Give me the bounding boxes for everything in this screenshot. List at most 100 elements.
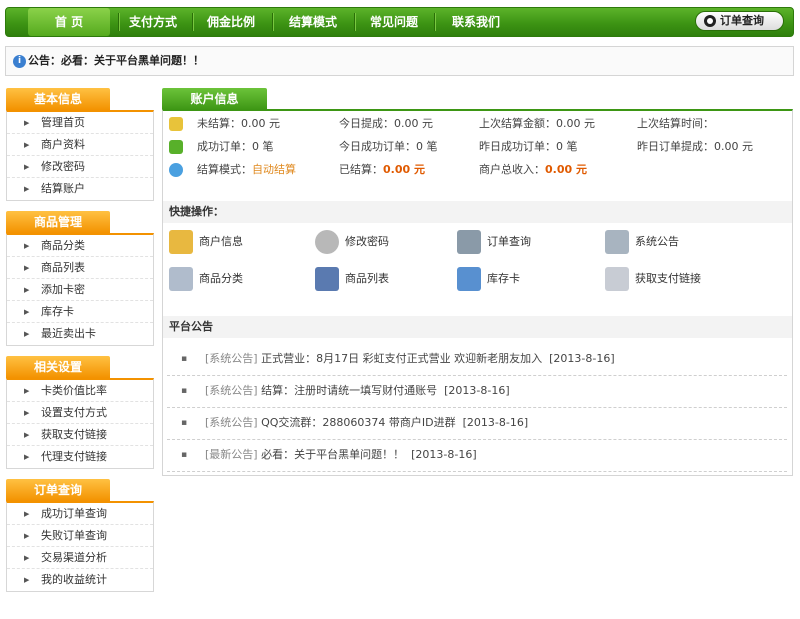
arrow-right-icon: ▶ [24, 431, 30, 439]
notice-bar: i 公告：必看：关于平台黑单问题！！ [5, 46, 794, 76]
bullet-icon: ▪ [181, 418, 188, 428]
today-withdraw-value: 今日提成：0.00 元 [339, 117, 433, 130]
nav-commission[interactable]: 佣金比例 [200, 8, 262, 36]
announcement-item[interactable]: ▪ [系统公告] 正式营业：8月17日 彩虹支付正式营业 欢迎新老朋友加入 [20… [167, 344, 787, 376]
document-icon [169, 267, 193, 291]
sidebar-item-inventory[interactable]: ▶ 库存卡 [7, 301, 153, 323]
tools-icon [605, 267, 629, 291]
sidebar-item-failed-orders[interactable]: ▶ 失败订单查询 [7, 525, 153, 547]
sidebar: 基本信息 ▶ 管理首页 ▶ 商户资料 ▶ 修改密码 ▶ 结算账户 商品管理 ▶ 商品分类 … [6, 88, 154, 602]
quick-order-query[interactable]: 订单查询 [457, 227, 531, 257]
arrow-right-icon: ▶ [24, 185, 30, 193]
arrow-right-icon: ▶ [24, 554, 30, 562]
arrow-right-icon: ▶ [24, 163, 30, 171]
quick-actions-title: 快捷操作： [163, 201, 792, 223]
bullet-icon: ▪ [181, 354, 188, 364]
quick-categories[interactable]: 商品分类 [169, 264, 243, 294]
sidebar-item-agent-pay-link[interactable]: ▶ 代理支付链接 [7, 446, 153, 468]
quick-merchant-info[interactable]: 商户信息 [169, 227, 243, 257]
sidebar-item-change-password[interactable]: ▶ 修改密码 [7, 156, 153, 178]
arrow-right-icon: ▶ [24, 141, 30, 149]
nav-separator [192, 13, 193, 31]
announcement-item[interactable]: ▪ [最新公告] 必看：关于平台黑单问题！！ [2013-8-16] [167, 440, 787, 472]
gear-icon [315, 230, 339, 254]
sidebar-item-product-list[interactable]: ▶ 商品列表 [7, 257, 153, 279]
sidebar-item-success-orders[interactable]: ▶ 成功订单查询 [7, 503, 153, 525]
sidebar-item-channel-analysis[interactable]: ▶ 交易渠道分析 [7, 547, 153, 569]
account-box: 未结算：0.00 元 今日提成：0.00 元 上次结算金额：0.00 元 上次结… [162, 109, 793, 476]
announcement-item[interactable]: ▪ [系统公告] 结算：注册时请统一填写财付通账号 [2013-8-16] [167, 376, 787, 408]
sidebar-group-title[interactable]: 基本信息 [6, 88, 110, 110]
sidebar-item-settlement-account[interactable]: ▶ 结算账户 [7, 178, 153, 200]
main-panel: 账户信息 未结算：0.00 元 今日提成：0.00 元 上次结算金额：0.00 … [162, 88, 793, 476]
sidebar-item-get-pay-link[interactable]: ▶ 获取支付链接 [7, 424, 153, 446]
bullet-icon: ▪ [181, 450, 188, 460]
sidebar-item-earnings[interactable]: ▶ 我的收益统计 [7, 569, 153, 591]
yesterday-withdraw-value: 昨日订单提成：0.00 元 [637, 140, 753, 153]
sidebar-item-set-payment[interactable]: ▶ 设置支付方式 [7, 402, 153, 424]
arrow-right-icon: ▶ [24, 409, 30, 417]
last-settle-time: 上次结算时间： [637, 117, 714, 130]
account-row: 结算模式：自动结算 已结算：0.00 元 商户总收入：0.00 元 [163, 159, 792, 181]
arrow-right-icon: ▶ [24, 264, 30, 272]
arrow-right-icon: ▶ [24, 308, 30, 316]
database-icon [457, 230, 481, 254]
arrow-right-icon: ▶ [24, 576, 30, 584]
bullet-icon: ▪ [181, 386, 188, 396]
sidebar-item-profile[interactable]: ▶ 商户资料 [7, 134, 153, 156]
sidebar-item-card-rates[interactable]: ▶ 卡类价值比率 [7, 380, 153, 402]
total-income: 商户总收入：0.00 元 [479, 163, 587, 176]
user-icon [169, 163, 183, 177]
notebook-icon [315, 267, 339, 291]
success-orders-value: 成功订单：0 笔 [197, 140, 274, 153]
nav-separator [354, 13, 355, 31]
top-nav: 首 页 支付方式 佣金比例 结算模式 常见问题 联系我们 订单查询 [5, 7, 794, 37]
search-users-icon [169, 140, 183, 154]
star-window-icon [457, 267, 481, 291]
order-query-button[interactable]: 订单查询 [695, 11, 784, 31]
arrow-right-icon: ▶ [24, 242, 30, 250]
unsettled-value: 未结算：0.00 元 [197, 117, 280, 130]
merchant-card-icon [169, 230, 193, 254]
nav-settlement[interactable]: 结算模式 [282, 8, 344, 36]
nav-payment-methods[interactable]: 支付方式 [122, 8, 184, 36]
sidebar-group-title[interactable]: 订单查询 [6, 479, 110, 501]
arrow-right-icon: ▶ [24, 387, 30, 395]
sidebar-group-settings: 相关设置 ▶ 卡类价值比率 ▶ 设置支付方式 ▶ 获取支付链接 ▶ 代理支付链接 [6, 356, 154, 469]
nav-faq[interactable]: 常见问题 [362, 8, 426, 36]
sidebar-group-orders: 订单查询 ▶ 成功订单查询 ▶ 失败订单查询 ▶ 交易渠道分析 ▶ 我的收益统计 [6, 479, 154, 592]
sidebar-group-title[interactable]: 相关设置 [6, 356, 110, 378]
nav-separator [272, 13, 273, 31]
arrow-right-icon: ▶ [24, 510, 30, 518]
sidebar-group-basic: 基本信息 ▶ 管理首页 ▶ 商户资料 ▶ 修改密码 ▶ 结算账户 [6, 88, 154, 201]
announcements-title: 平台公告 [163, 316, 792, 338]
settled-amount: 已结算：0.00 元 [339, 163, 425, 176]
search-icon [704, 15, 716, 27]
sidebar-item-dashboard[interactable]: ▶ 管理首页 [7, 112, 153, 134]
quick-inventory[interactable]: 库存卡 [457, 264, 520, 294]
yesterday-success-value: 昨日成功订单：0 笔 [479, 140, 578, 153]
sidebar-item-categories[interactable]: ▶ 商品分类 [7, 235, 153, 257]
notice-text[interactable]: 公告：必看：关于平台黑单问题！！ [28, 54, 204, 67]
arrow-right-icon: ▶ [24, 119, 30, 127]
sidebar-group-title[interactable]: 商品管理 [6, 211, 110, 233]
nav-home[interactable]: 首 页 [28, 8, 110, 36]
quick-change-password[interactable]: 修改密码 [315, 227, 389, 257]
arrow-right-icon: ▶ [24, 453, 30, 461]
last-settle-amount: 上次结算金额：0.00 元 [479, 117, 595, 130]
nav-contact[interactable]: 联系我们 [444, 8, 508, 36]
sidebar-item-add-cards[interactable]: ▶ 添加卡密 [7, 279, 153, 301]
sidebar-group-products: 商品管理 ▶ 商品分类 ▶ 商品列表 ▶ 添加卡密 ▶ 库存卡 ▶ 最近卖出卡 [6, 211, 154, 346]
window-icon [605, 230, 629, 254]
quick-get-pay-link[interactable]: 获取支付链接 [605, 264, 701, 294]
today-success-value: 今日成功订单：0 笔 [339, 140, 438, 153]
quick-product-list[interactable]: 商品列表 [315, 264, 389, 294]
info-icon: i [13, 55, 26, 68]
quick-system-notice[interactable]: 系统公告 [605, 227, 679, 257]
account-row: 成功订单：0 笔 今日成功订单：0 笔 昨日成功订单：0 笔 昨日订单提成：0.… [163, 136, 792, 158]
nav-separator [434, 13, 435, 31]
sidebar-item-recent-sold[interactable]: ▶ 最近卖出卡 [7, 323, 153, 345]
arrow-right-icon: ▶ [24, 330, 30, 338]
tab-account-info[interactable]: 账户信息 [162, 88, 267, 110]
announcement-item[interactable]: ▪ [系统公告] QQ交流群：288060374 带商户ID进群 [2013-8-… [167, 408, 787, 440]
